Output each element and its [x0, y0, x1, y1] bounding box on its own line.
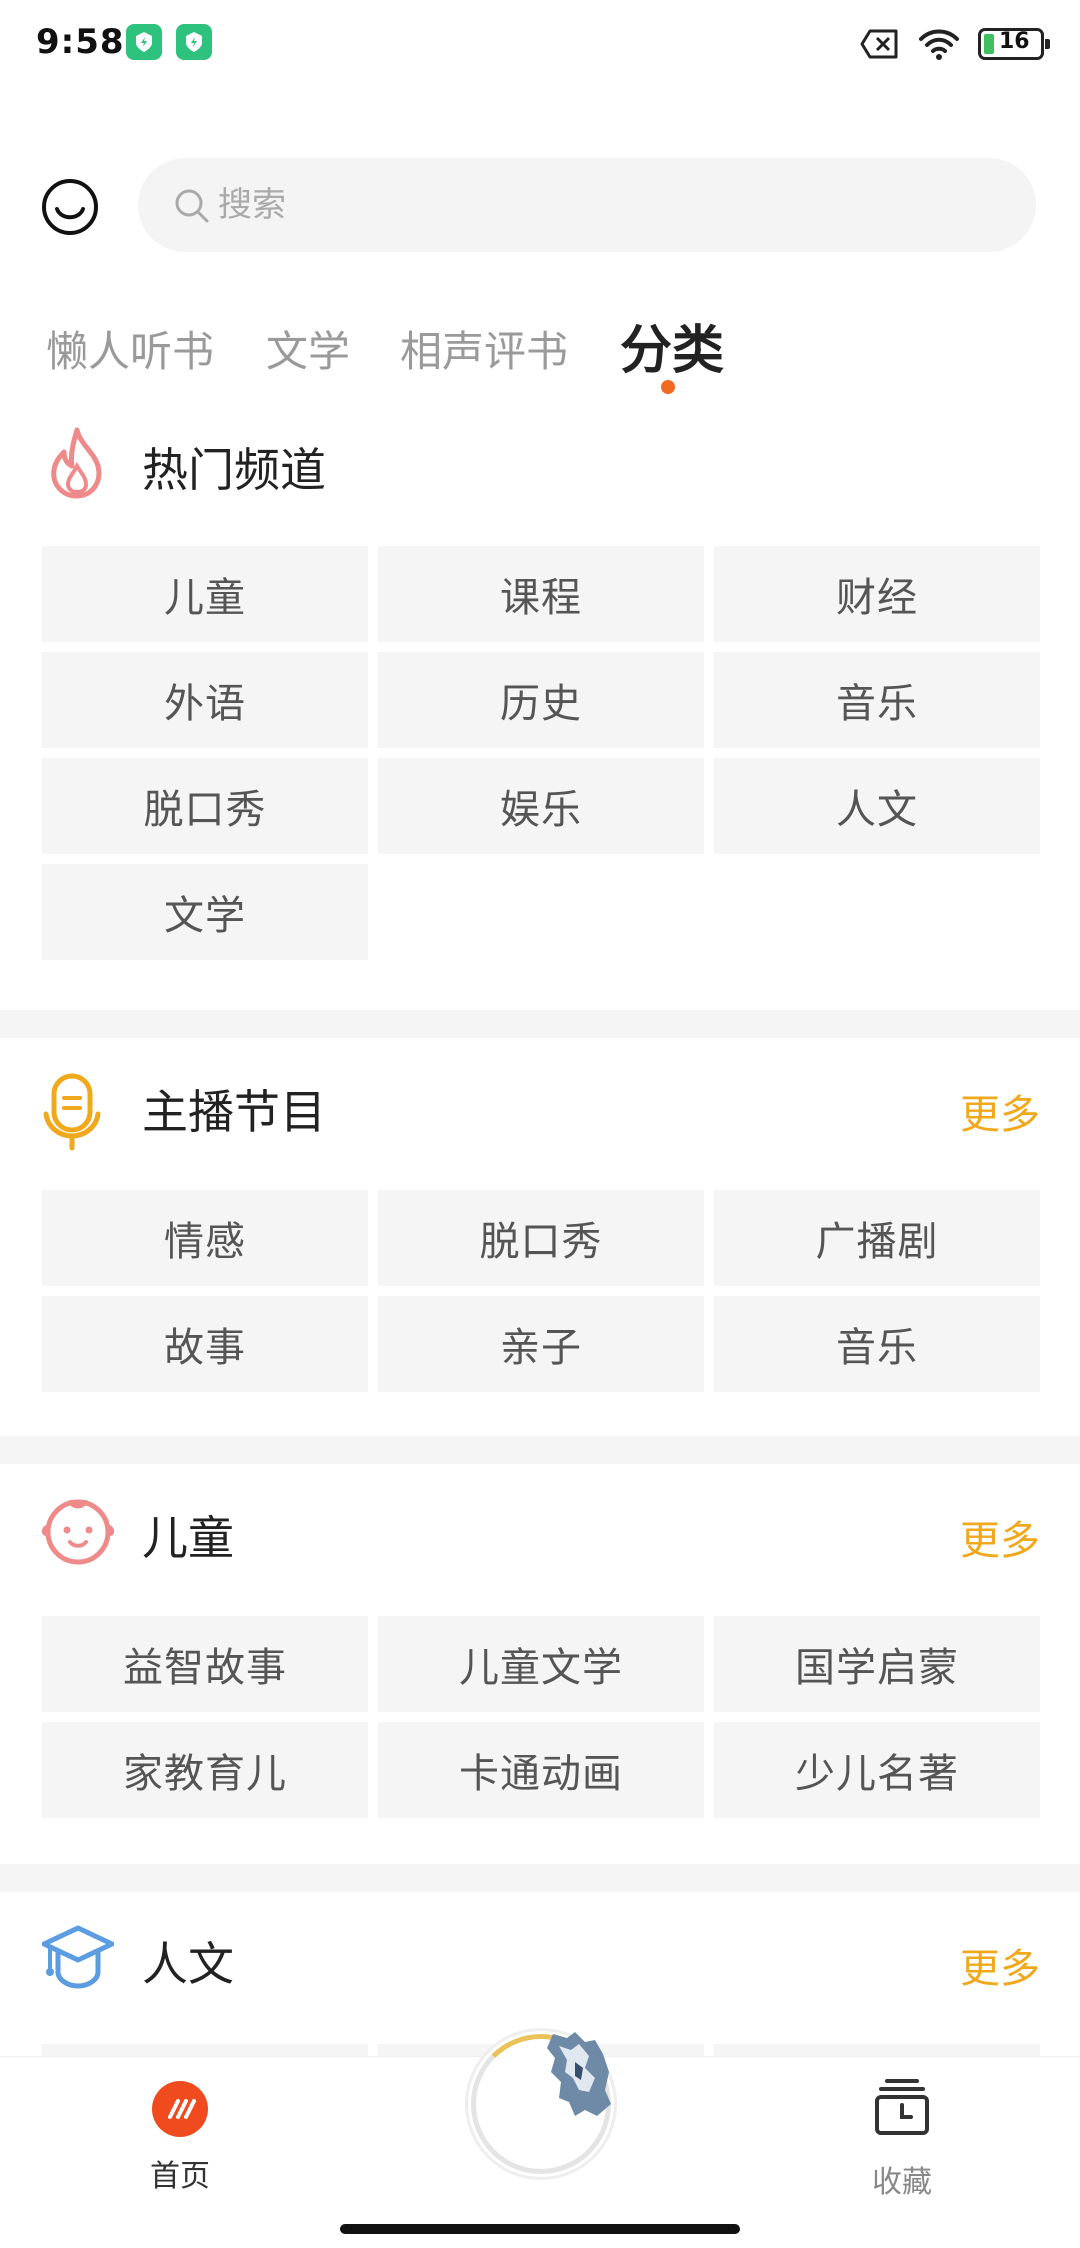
- tab-crosstalk[interactable]: 相声评书: [400, 318, 568, 379]
- section-divider: [0, 1010, 1080, 1038]
- kids-item[interactable]: 少儿名著: [714, 1722, 1040, 1818]
- tab-lazy-listen[interactable]: 懒人听书: [46, 318, 214, 379]
- kids-item[interactable]: 家教育儿: [42, 1722, 368, 1818]
- microphone-icon: [43, 1073, 101, 1151]
- program-item[interactable]: 亲子: [378, 1296, 704, 1392]
- more-link[interactable]: 更多: [960, 1508, 1040, 1566]
- now-playing-button[interactable]: [465, 2028, 617, 2180]
- section-title: 人文: [142, 1937, 234, 1991]
- section-title: 主播节目: [142, 1085, 326, 1139]
- program-item[interactable]: 广播剧: [714, 1190, 1040, 1286]
- home-logo-icon: [152, 2081, 208, 2137]
- search-bar[interactable]: [138, 158, 1036, 252]
- search-icon: [175, 189, 209, 223]
- more-link[interactable]: 更多: [960, 1936, 1040, 1994]
- tab-literature[interactable]: 文学: [266, 318, 350, 379]
- status-bar: 9:58 16: [0, 0, 1080, 90]
- channel-item[interactable]: 音乐: [714, 652, 1040, 748]
- section-kids: 儿童 更多 益智故事 儿童文学 国学启蒙 家教育儿 卡通动画 少儿名著: [0, 1464, 1080, 1864]
- tab-category[interactable]: 分类: [620, 308, 724, 383]
- program-item[interactable]: 情感: [42, 1190, 368, 1286]
- category-tabs: 懒人听书 文学 相声评书 分类: [0, 300, 1080, 400]
- channel-item[interactable]: 娱乐: [378, 758, 704, 854]
- section-title: 儿童: [142, 1511, 234, 1565]
- section-host-programs: 主播节目 更多 情感 脱口秀 广播剧 故事 亲子 音乐: [0, 1038, 1080, 1438]
- app-notification-icon: [126, 24, 162, 60]
- home-indicator: [340, 2224, 740, 2234]
- battery-icon: 16: [978, 28, 1050, 60]
- nav-home-label: 首页: [150, 2159, 210, 2194]
- section-divider: [0, 1436, 1080, 1464]
- clock-bookmark-icon: [875, 2079, 929, 2135]
- program-item[interactable]: 音乐: [714, 1296, 1040, 1392]
- active-tab-indicator: [661, 380, 675, 394]
- channel-item[interactable]: 儿童: [42, 546, 368, 642]
- kids-item[interactable]: 卡通动画: [378, 1722, 704, 1818]
- nav-home[interactable]: 首页: [130, 2081, 230, 2195]
- wifi-icon: [919, 29, 959, 60]
- nav-favorites-label: 收藏: [872, 2165, 932, 2200]
- channel-item[interactable]: 外语: [42, 652, 368, 748]
- more-link[interactable]: 更多: [960, 1082, 1040, 1140]
- section-title: 热门频道: [142, 443, 326, 497]
- section-hot-channels: 热门频道 儿童 课程 财经 外语 历史 音乐 脱口秀 娱乐 人文 文学: [0, 420, 1080, 1010]
- channel-item[interactable]: 脱口秀: [42, 758, 368, 854]
- kids-item[interactable]: 国学启蒙: [714, 1616, 1040, 1712]
- program-item[interactable]: 脱口秀: [378, 1190, 704, 1286]
- no-sim-icon: [860, 29, 898, 59]
- status-time: 9:58: [36, 22, 125, 62]
- status-indicators: 16: [860, 24, 1050, 64]
- graduation-cap-icon: [42, 1925, 114, 1989]
- program-item[interactable]: 故事: [42, 1296, 368, 1392]
- kids-grid: 益智故事 儿童文学 国学启蒙 家教育儿 卡通动画 少儿名著: [42, 1616, 1040, 1818]
- battery-level: 16: [999, 29, 1030, 54]
- fire-icon: [51, 427, 102, 499]
- channel-item[interactable]: 历史: [378, 652, 704, 748]
- smiley-face-icon: [42, 179, 98, 235]
- channel-item[interactable]: 人文: [714, 758, 1040, 854]
- hot-channel-grid: 儿童 课程 财经 外语 历史 音乐 脱口秀 娱乐 人文 文学: [42, 546, 1040, 960]
- baby-face-icon: [42, 1499, 114, 1565]
- host-program-grid: 情感 脱口秀 广播剧 故事 亲子 音乐: [42, 1190, 1040, 1392]
- app-notification-icon: [176, 24, 212, 60]
- channel-item[interactable]: 财经: [714, 546, 1040, 642]
- search-input[interactable]: [218, 178, 918, 232]
- section-divider: [0, 1864, 1080, 1892]
- channel-item[interactable]: 课程: [378, 546, 704, 642]
- channel-item[interactable]: 文学: [42, 864, 368, 960]
- kids-item[interactable]: 儿童文学: [378, 1616, 704, 1712]
- profile-avatar-button[interactable]: [40, 177, 100, 237]
- kids-item[interactable]: 益智故事: [42, 1616, 368, 1712]
- album-art-thumbnail: [547, 2032, 611, 2116]
- nav-favorites[interactable]: 收藏: [852, 2077, 952, 2201]
